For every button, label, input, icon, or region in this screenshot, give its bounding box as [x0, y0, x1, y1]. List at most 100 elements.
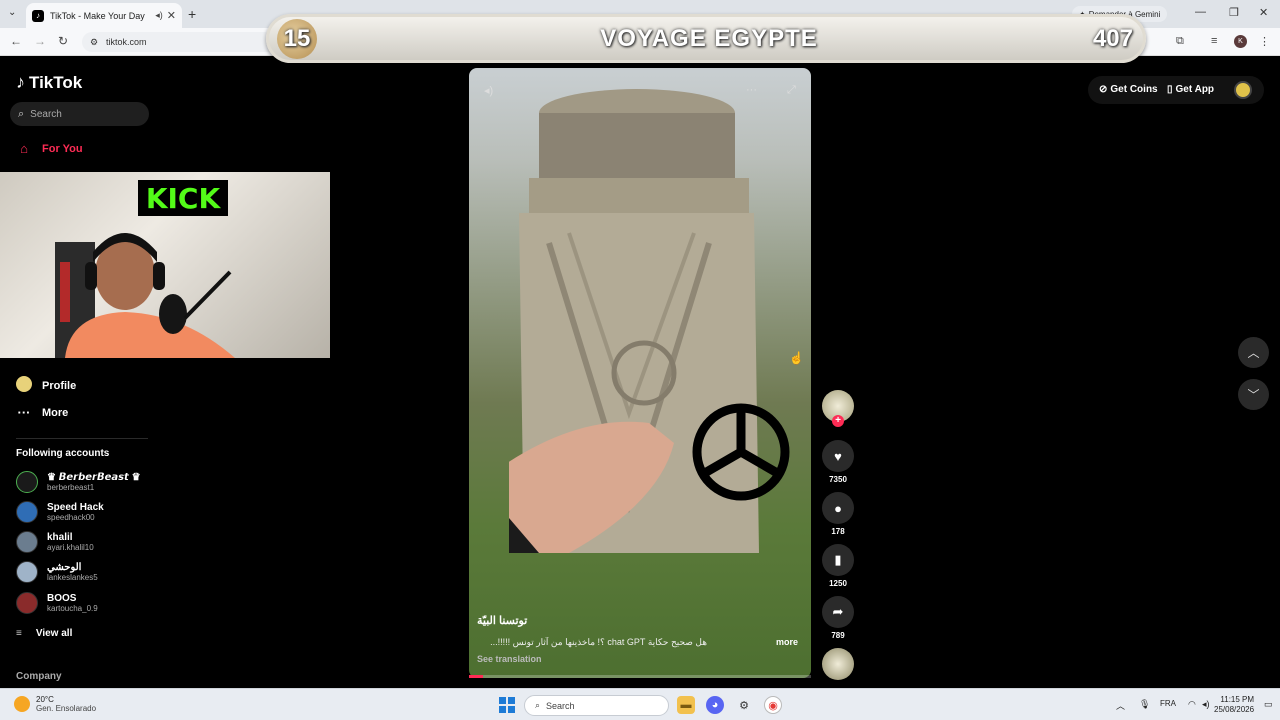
- video-options-icon[interactable]: ···: [746, 84, 757, 96]
- language-indicator[interactable]: FRA: [1160, 699, 1176, 708]
- temperature: 20°C: [36, 695, 54, 704]
- home-icon: ⌂: [20, 141, 28, 156]
- get-app-label: Get App: [1175, 84, 1215, 95]
- like-button[interactable]: ♥ 7350: [822, 440, 854, 484]
- account-username: ayari.khalil10: [47, 543, 94, 552]
- phone-icon: ▯: [1167, 84, 1173, 95]
- following-account[interactable]: الوحشي lankeslankes5: [16, 561, 98, 583]
- share-icon: ➦: [822, 596, 854, 628]
- comment-icon: ●: [822, 492, 854, 524]
- search-icon: ⌕: [535, 700, 541, 710]
- audio-icon[interactable]: ◂): [155, 10, 163, 21]
- account-username: kartoucha_0.9: [47, 604, 98, 613]
- account-username: berberbeast1: [47, 483, 95, 492]
- tab-search-icon[interactable]: ⌄: [8, 7, 16, 18]
- see-translation-link[interactable]: See translation: [477, 654, 542, 664]
- close-tab-icon[interactable]: ✕: [167, 9, 176, 22]
- file-explorer-icon[interactable]: ▬: [677, 696, 695, 714]
- microphone-icon[interactable]: 🎙: [1139, 699, 1150, 710]
- following-account[interactable]: BOOS kartoucha_0.9: [16, 592, 98, 614]
- video-player[interactable]: [469, 68, 811, 678]
- discord-icon[interactable]: ◕: [706, 696, 724, 714]
- maximize-icon[interactable]: ❐: [1229, 6, 1239, 19]
- video-author[interactable]: توتسنا البيّة: [477, 614, 527, 627]
- windows-taskbar: 20°C Gen. Ensolarado ⌕ Search ▬ ◕ ⚙ ◉ ︿ 🎙 …: [0, 688, 1280, 720]
- next-video-button[interactable]: ﹀: [1238, 379, 1269, 410]
- bookmark-icon: ▮: [822, 544, 854, 576]
- sidebar-item-profile[interactable]: Profile: [16, 376, 76, 395]
- music-disc-icon[interactable]: [822, 648, 854, 680]
- search-input[interactable]: ⌕ Search: [10, 102, 149, 126]
- reload-icon[interactable]: ↻: [58, 34, 68, 48]
- notification-icon[interactable]: ▭: [1264, 699, 1273, 710]
- windows-start-icon[interactable]: [499, 697, 515, 713]
- volume-icon[interactable]: ◂): [1202, 699, 1210, 710]
- chrome-icon[interactable]: ◉: [764, 696, 782, 714]
- account-avatar: [16, 471, 38, 493]
- get-app-button[interactable]: ▯ Get App: [1167, 84, 1214, 95]
- extensions-icon[interactable]: ⧉: [1176, 35, 1184, 48]
- tiktok-note-icon: ♪: [16, 72, 25, 92]
- account-name: الوحشي: [47, 562, 82, 573]
- comment-count: 178: [831, 527, 845, 536]
- sun-icon: [14, 696, 30, 712]
- get-coins-label: Get Coins: [1110, 84, 1158, 95]
- taskbar-search-label: Search: [546, 700, 575, 711]
- tiktok-favicon-icon: ♪: [32, 9, 44, 22]
- more-dots-icon: ···: [17, 405, 31, 420]
- previous-video-button[interactable]: ︿: [1238, 337, 1269, 368]
- tray-chevron-icon[interactable]: ︿: [1116, 699, 1125, 712]
- taskbar-search[interactable]: ⌕ Search: [524, 695, 669, 716]
- chevron-down-icon: ﹀: [1247, 388, 1260, 402]
- browser-menu-icon[interactable]: ⋮: [1259, 35, 1270, 48]
- caption-more-button[interactable]: more: [776, 637, 798, 647]
- following-account[interactable]: khalil ayari.khalil10: [16, 531, 94, 553]
- new-tab-icon[interactable]: +: [188, 6, 196, 22]
- sidebar-item-label: Profile: [42, 379, 77, 392]
- account-name: khalil: [47, 532, 73, 543]
- following-account[interactable]: ♛ 𝘽𝙚𝙧𝙗𝙚𝙧𝘽𝙚𝙖𝙨𝙩 ♛ berberbeast1: [16, 471, 141, 493]
- save-count: 1250: [829, 579, 847, 588]
- webcam-overlay: KICK: [0, 172, 330, 358]
- banner-score: 407: [1092, 25, 1133, 52]
- browser-tab[interactable]: ♪ TikTok - Make Your Day ◂) ✕: [26, 3, 182, 28]
- sidebar-divider: [16, 438, 148, 439]
- taskbar-clock[interactable]: 11:15 PM 25/08/2026: [1214, 695, 1254, 715]
- video-caption: هل صحيح حكاية chat GPT ؟! ماخذينها من آث…: [490, 637, 707, 647]
- back-icon[interactable]: ←: [10, 34, 22, 48]
- url-text: tiktok.com: [106, 37, 147, 47]
- view-all-link[interactable]: ≡ View all: [16, 628, 72, 639]
- get-coins-button[interactable]: ⊘ Get Coins: [1099, 84, 1158, 95]
- sidebar-item-label: For You: [42, 142, 83, 155]
- heart-icon: ♥: [822, 440, 854, 472]
- share-count: 789: [831, 631, 845, 640]
- user-avatar[interactable]: [1234, 81, 1252, 99]
- wifi-icon[interactable]: ◠: [1188, 699, 1196, 710]
- save-button[interactable]: ▮ 1250: [822, 544, 854, 588]
- sidebar-item-more[interactable]: ··· More: [16, 405, 69, 420]
- follow-plus-icon[interactable]: +: [832, 415, 844, 427]
- forward-icon[interactable]: →: [34, 34, 46, 48]
- tiktok-logo[interactable]: ♪ TikTok: [16, 72, 82, 93]
- mute-icon[interactable]: ◂): [484, 84, 493, 97]
- browser-profile-avatar[interactable]: K: [1234, 35, 1247, 48]
- share-button[interactable]: ➦ 789: [822, 596, 854, 640]
- following-account[interactable]: Speed Hack speedhack00: [16, 501, 104, 523]
- minimize-icon[interactable]: —: [1195, 6, 1206, 18]
- sidebar-item-for-you[interactable]: ⌂ For You: [16, 141, 83, 156]
- weather-text: Gen. Ensolarado: [36, 704, 97, 713]
- weather-widget[interactable]: 20°C Gen. Ensolarado: [14, 695, 96, 713]
- stream-title-banner: 15 VOYAGE EGYPTE 407: [266, 14, 1146, 63]
- fullscreen-icon[interactable]: ⤢: [787, 84, 796, 97]
- video-progress-bar[interactable]: [469, 675, 811, 678]
- reading-list-icon[interactable]: ≡: [1211, 35, 1217, 47]
- company-link[interactable]: Company: [16, 671, 62, 682]
- chevron-up-icon: ︿: [1247, 346, 1260, 360]
- close-window-icon[interactable]: ✕: [1259, 6, 1268, 19]
- kick-sign: KICK: [138, 180, 228, 216]
- site-info-icon[interactable]: ⚙: [90, 37, 98, 48]
- comment-button[interactable]: ● 178: [822, 492, 854, 536]
- account-avatar: [16, 561, 38, 583]
- settings-icon[interactable]: ⚙: [735, 696, 753, 714]
- streamer-figure: [55, 233, 235, 358]
